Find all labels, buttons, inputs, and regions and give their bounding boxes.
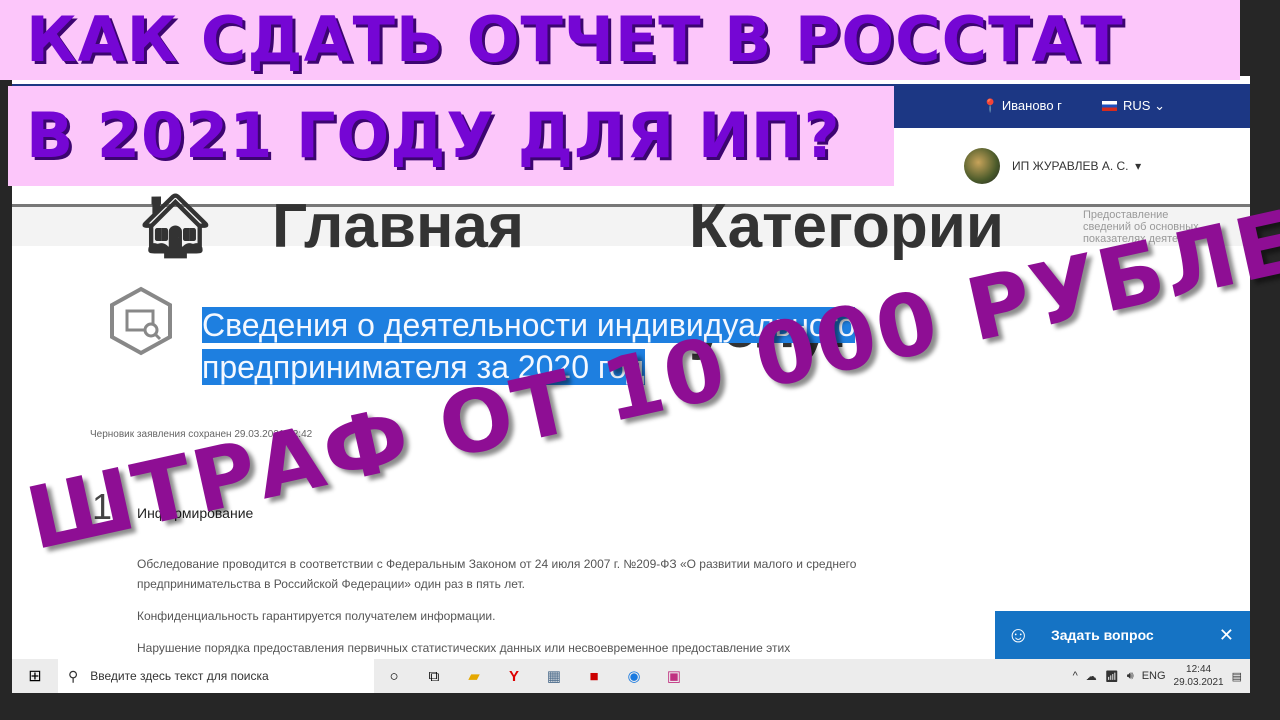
language-label: RUS [1123, 98, 1151, 113]
pdf-reader-icon[interactable]: ■ [574, 668, 614, 685]
volume-icon[interactable]: 🔊︎ [1127, 670, 1134, 683]
breadcrumb-home[interactable]: 🏠︎ Главная [110, 187, 631, 267]
search-icon: ⚲ [68, 667, 79, 684]
input-language[interactable]: ENG [1142, 670, 1166, 682]
location-label: Иваново г [1001, 98, 1062, 113]
date: 29.03.2021 [1173, 677, 1224, 688]
russia-flag-icon [1102, 101, 1117, 111]
language-selector[interactable]: RUS ⌄ [1102, 98, 1165, 114]
clock[interactable]: 12:44 29.03.2021 [1174, 663, 1224, 689]
location-selector[interactable]: 📍 Иваново г [982, 98, 1062, 114]
briefcase-search-icon [110, 286, 172, 356]
notifications-icon[interactable]: ▤ [1232, 670, 1242, 683]
taskbar-search[interactable]: ⚲ Введите здесь текст для поиска [58, 659, 374, 693]
network-icon[interactable]: 📶︎ [1105, 670, 1119, 683]
headline-banner-2: В 2021 ГОДУ ДЛЯ ИП? [8, 86, 894, 186]
support-agent-icon: ☺ [1007, 622, 1030, 647]
cloud-icon[interactable]: ☁ [1086, 670, 1097, 683]
cortana-icon[interactable]: ○ [374, 668, 414, 685]
display-app-icon[interactable]: ▣ [654, 667, 694, 685]
ask-question-label: Задать вопрос [1051, 627, 1154, 643]
file-explorer-icon[interactable]: ▰ [454, 667, 494, 685]
close-icon[interactable]: ✕ [1219, 625, 1234, 646]
time: 12:44 [1186, 664, 1212, 675]
system-tray: ^ ☁ 📶︎ 🔊︎ ENG 12:44 29.03.2021 ▤ [1073, 663, 1250, 689]
app-icon[interactable]: ◉ [614, 667, 654, 685]
search-placeholder: Введите здесь текст для поиска [90, 669, 269, 683]
taskbar: ⊞ ⚲ Введите здесь текст для поиска ○ ⧉ ▰ … [12, 659, 1250, 693]
paragraph: Конфиденциальность гарантируется получат… [137, 609, 496, 623]
ask-question-widget[interactable]: ☺ Задать вопрос ✕ [995, 611, 1250, 659]
windows-start-icon[interactable]: ⊞ [12, 666, 58, 686]
home-icon: 🏠︎ [136, 191, 232, 261]
breadcrumb-home-label: Главная [271, 191, 525, 261]
task-view-icon[interactable]: ⧉ [414, 668, 454, 685]
yandex-browser-icon[interactable]: Y [494, 668, 534, 685]
calculator-icon[interactable]: ▦ [534, 667, 574, 685]
headline-banner-1: КАК СДАТЬ ОТЧЕТ В РОССТАТ [0, 0, 1240, 80]
paragraph: Нарушение порядка предоставления первичн… [137, 641, 791, 655]
chevron-up-icon[interactable]: ^ [1073, 670, 1078, 682]
paragraph: Обследование проводится в соответствии с… [137, 557, 857, 591]
user-name: ИП ЖУРАВЛЕВ А. С. [1012, 159, 1129, 173]
